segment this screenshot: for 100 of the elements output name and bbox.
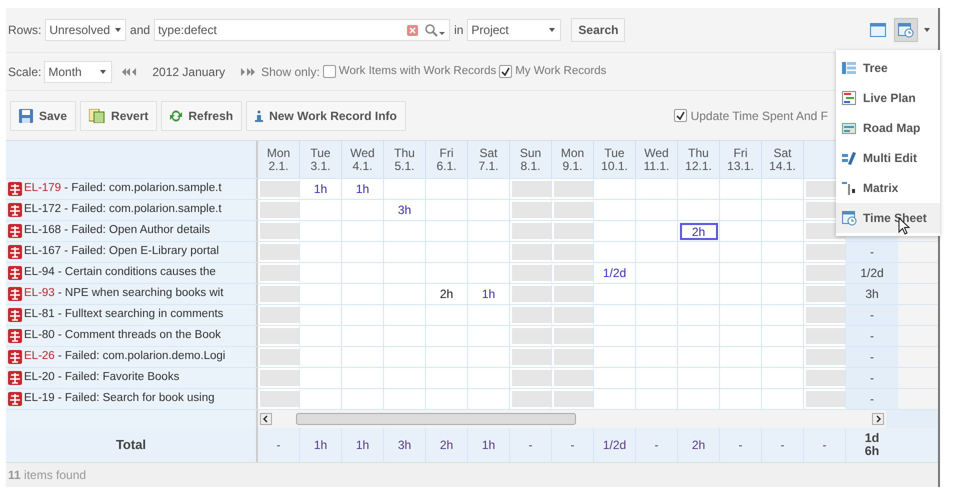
time-entry[interactable]: 1h: [354, 180, 372, 198]
grid-cell[interactable]: [342, 263, 384, 283]
non-working-day-cell[interactable]: [258, 179, 300, 199]
grid-cell[interactable]: [594, 347, 636, 367]
non-working-day-cell[interactable]: [510, 221, 552, 241]
grid-cell[interactable]: [384, 305, 426, 325]
grid-cell[interactable]: [426, 263, 468, 283]
query-field[interactable]: type:defect: [154, 19, 450, 41]
grid-cell[interactable]: [426, 389, 468, 409]
grid-cell[interactable]: [762, 368, 804, 388]
non-working-day-cell[interactable]: [804, 263, 846, 283]
non-working-day-cell[interactable]: [258, 368, 300, 388]
grid-cell[interactable]: [594, 389, 636, 409]
grid-cell[interactable]: [636, 179, 678, 199]
menu-item[interactable]: Tree: [836, 53, 940, 83]
grid-cell[interactable]: [468, 389, 510, 409]
grid-cell[interactable]: [720, 242, 762, 262]
grid-cell[interactable]: [300, 368, 342, 388]
grid-cell[interactable]: [762, 347, 804, 367]
grid-cell[interactable]: [426, 179, 468, 199]
grid-cell[interactable]: [384, 326, 426, 346]
grid-cell[interactable]: [300, 221, 342, 241]
non-working-day-cell[interactable]: [510, 242, 552, 262]
grid-cell[interactable]: [300, 389, 342, 409]
scroll-left-icon[interactable]: [260, 413, 272, 425]
grid-cell[interactable]: 1h: [300, 179, 342, 199]
horizontal-scrollbar[interactable]: [258, 410, 886, 428]
grid-cell[interactable]: [762, 326, 804, 346]
grid-cell[interactable]: [720, 326, 762, 346]
grid-cell[interactable]: [342, 368, 384, 388]
grid-cell[interactable]: [468, 221, 510, 241]
grid-cell[interactable]: [468, 263, 510, 283]
grid-cell[interactable]: [594, 305, 636, 325]
search-button[interactable]: Search: [571, 18, 626, 42]
grid-cell[interactable]: [342, 389, 384, 409]
non-working-day-cell[interactable]: [552, 347, 594, 367]
grid-cell[interactable]: 1h: [342, 179, 384, 199]
grid-cell[interactable]: [636, 284, 678, 304]
non-working-day-cell[interactable]: [510, 263, 552, 283]
grid-cell[interactable]: 1h: [468, 284, 510, 304]
grid-cell[interactable]: [720, 179, 762, 199]
non-working-day-cell[interactable]: [510, 389, 552, 409]
checkbox[interactable]: [499, 65, 512, 78]
grid-cell[interactable]: [426, 200, 468, 220]
grid-cell[interactable]: [762, 242, 804, 262]
non-working-day-cell[interactable]: [258, 284, 300, 304]
non-working-day-cell[interactable]: [552, 326, 594, 346]
grid-cell[interactable]: [342, 200, 384, 220]
grid-cell[interactable]: [594, 221, 636, 241]
grid-cell[interactable]: 1/2d: [594, 263, 636, 283]
grid-cell[interactable]: [594, 284, 636, 304]
grid-cell[interactable]: [426, 326, 468, 346]
grid-cell[interactable]: [594, 179, 636, 199]
scale-dropdown[interactable]: Month: [44, 60, 112, 82]
scroll-thumb-icon[interactable]: [296, 413, 576, 425]
grid-cell[interactable]: [426, 221, 468, 241]
grid-cell[interactable]: [762, 221, 804, 241]
refresh-button[interactable]: Refresh: [161, 100, 242, 130]
non-working-day-cell[interactable]: [804, 242, 846, 262]
menu-item[interactable]: Multi Edit: [836, 143, 940, 173]
time-entry[interactable]: 1h: [480, 285, 498, 303]
non-working-day-cell[interactable]: [552, 179, 594, 199]
grid-cell[interactable]: [762, 179, 804, 199]
grid-cell[interactable]: [468, 200, 510, 220]
non-working-day-cell[interactable]: [552, 200, 594, 220]
grid-cell[interactable]: [762, 263, 804, 283]
next-icon[interactable]: [239, 68, 256, 76]
grid-cell[interactable]: [720, 284, 762, 304]
previous-icon[interactable]: [122, 68, 138, 76]
grid-cell[interactable]: [678, 389, 720, 409]
grid-cell[interactable]: [384, 179, 426, 199]
grid-cell[interactable]: [468, 326, 510, 346]
non-working-day-cell[interactable]: [804, 389, 846, 409]
save-button[interactable]: Save: [10, 100, 76, 130]
grid-cell[interactable]: [762, 389, 804, 409]
grid-cell[interactable]: [342, 284, 384, 304]
non-working-day-cell[interactable]: [804, 347, 846, 367]
non-working-day-cell[interactable]: [510, 200, 552, 220]
non-working-day-cell[interactable]: [804, 326, 846, 346]
menu-item[interactable]: Matrix: [836, 173, 940, 203]
status-dropdown[interactable]: Unresolved: [45, 19, 126, 41]
grid-cell[interactable]: [468, 179, 510, 199]
grid-cell[interactable]: [636, 305, 678, 325]
grid-cell[interactable]: [720, 263, 762, 283]
non-working-day-cell[interactable]: [552, 263, 594, 283]
menu-item[interactable]: Live Plan: [836, 83, 940, 113]
grid-cell[interactable]: [636, 368, 678, 388]
grid-cell[interactable]: [678, 284, 720, 304]
view-button[interactable]: [894, 18, 918, 42]
grid-cell[interactable]: [636, 347, 678, 367]
grid-cell[interactable]: [636, 221, 678, 241]
grid-cell[interactable]: 3h: [384, 200, 426, 220]
non-working-day-cell[interactable]: [510, 368, 552, 388]
grid-cell[interactable]: [342, 305, 384, 325]
grid-cell[interactable]: [342, 242, 384, 262]
non-working-day-cell[interactable]: [552, 389, 594, 409]
grid-cell[interactable]: [678, 200, 720, 220]
non-working-day-cell[interactable]: [258, 221, 300, 241]
non-working-day-cell[interactable]: [510, 179, 552, 199]
non-working-day-cell[interactable]: [804, 284, 846, 304]
